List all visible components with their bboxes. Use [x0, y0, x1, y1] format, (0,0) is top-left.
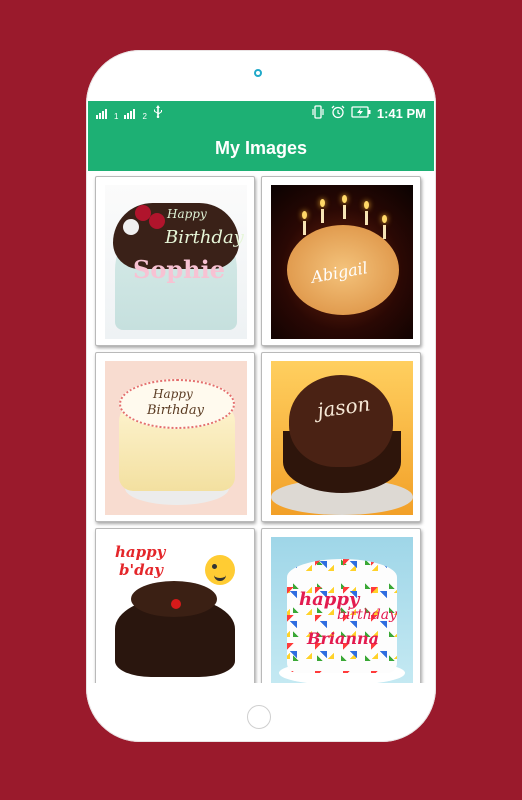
vibrate-icon: [311, 104, 325, 122]
status-left: 1 2: [96, 105, 163, 121]
cake-name: Brianna: [307, 629, 380, 648]
cake-name: Sophie: [133, 255, 225, 284]
chocolate-cake-image: happy b'day: [105, 537, 247, 683]
cake-text: birthday: [337, 607, 397, 623]
gallery-item[interactable]: happy birthday Brianna: [261, 528, 421, 683]
cake-text: Happy: [167, 207, 207, 221]
signal-icon: [96, 108, 107, 119]
alarm-icon: [331, 105, 345, 122]
cake-text: happy: [115, 543, 166, 561]
cake-text: b'day: [119, 561, 164, 579]
battery-charging-icon: [351, 105, 371, 121]
gallery-item[interactable]: Abigail: [261, 176, 421, 346]
status-time: 1:41 PM: [376, 105, 426, 121]
vanilla-cake-image: Happy Birthday: [105, 361, 247, 515]
cake-text: Happy: [153, 387, 193, 401]
heart-cake-image: jason: [271, 361, 413, 515]
app-bar: My Images: [88, 125, 434, 171]
usb-icon: [153, 105, 163, 121]
gallery-item[interactable]: Happy Birthday: [95, 352, 255, 522]
gallery-item[interactable]: happy b'day: [95, 528, 255, 683]
page-title: My Images: [214, 137, 308, 158]
cake-text: Birthday: [165, 227, 244, 248]
status-right: 1:41 PM: [311, 104, 426, 122]
home-button[interactable]: [247, 705, 271, 729]
app-screen: 1 2 1:41 PM My Images Happy Birthday Sop…: [88, 101, 434, 683]
gallery-item[interactable]: jason: [261, 352, 421, 522]
cake-text: Birthday: [147, 403, 204, 418]
signal-icon: [124, 108, 136, 119]
sim2-label: 2: [142, 112, 147, 121]
image-grid: Happy Birthday Sophie Abigail Happy Birt…: [88, 171, 434, 683]
gallery-item[interactable]: Happy Birthday Sophie: [95, 176, 255, 346]
colorful-cake-image: happy birthday Brianna: [271, 537, 413, 683]
sim1-label: 1: [114, 112, 119, 121]
status-bar: 1 2 1:41 PM: [88, 101, 434, 125]
birthday-cake-image: Happy Birthday Sophie: [105, 185, 247, 339]
winking-emoji-icon: [205, 555, 235, 585]
front-camera-icon: [254, 69, 262, 77]
candle-cake-image: Abigail: [271, 185, 413, 339]
